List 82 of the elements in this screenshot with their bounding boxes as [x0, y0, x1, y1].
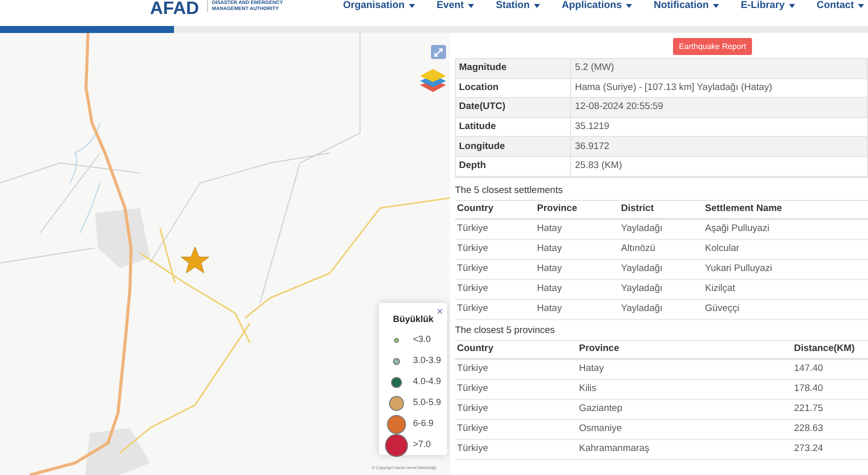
- detail-label: Depth: [456, 156, 571, 176]
- nav-link[interactable]: Applications: [562, 0, 632, 12]
- legend-label: 3.0-3.9: [413, 354, 442, 368]
- table-cell-text: 178.40: [793, 382, 824, 396]
- legend-title: Büyüklük: [393, 313, 434, 326]
- logo-text: AFAD: [150, 0, 199, 16]
- table-cell-text: Türkiye: [456, 282, 490, 296]
- table-cell-text: 221.75: [793, 402, 824, 416]
- section-title: The 5 closest settlements: [455, 184, 564, 198]
- legend-label: 4.0-4.9: [413, 375, 442, 388]
- table-cell-text: Kilis: [578, 382, 598, 396]
- close-button[interactable]: ×: [436, 307, 443, 318]
- detail-value: 36.9172: [574, 140, 610, 154]
- table-cell-text: Hatay: [536, 282, 563, 296]
- column-header: Country: [456, 202, 494, 216]
- table-cell-text: 147.40: [793, 362, 824, 376]
- table-cell-text: Hatay: [536, 262, 563, 276]
- detail-value: 25.83 (KM): [574, 159, 622, 174]
- column-header: Province: [578, 342, 620, 356]
- nav-link[interactable]: E-Library: [740, 0, 795, 12]
- table-cell-text: Hatay: [536, 222, 563, 236]
- expand-icon: [434, 48, 443, 56]
- table-cell-text: Türkiye: [456, 382, 490, 396]
- nav-link[interactable]: Station: [496, 0, 540, 12]
- detail-label: Longitude: [456, 137, 571, 156]
- table-cell-text: Kizilçat: [704, 282, 736, 296]
- table-cell-text: Türkiye: [456, 402, 490, 416]
- table-cell-text: 273.24: [793, 442, 824, 456]
- layers-icon[interactable]: [419, 68, 447, 93]
- caret-icon: [788, 4, 795, 8]
- detail-value: Hama (Suriye) - [107.13 km] Yayladağı (Hatay): [574, 80, 772, 95]
- table-cell-text: Türkiye: [456, 222, 490, 236]
- table-cell-text: Altınözü: [620, 242, 656, 256]
- detail-value: 12-08-2024 20:55:59: [574, 100, 664, 114]
- column-header: District: [620, 202, 655, 216]
- detail-label: Magnitude: [456, 59, 571, 78]
- caret-icon: [858, 4, 864, 8]
- table-cell-text: Hatay: [536, 302, 563, 316]
- nav-link[interactable]: Notification: [654, 0, 719, 12]
- table-cell-text: Türkiye: [456, 302, 490, 316]
- column-header: Distance(KM): [793, 342, 856, 356]
- table-cell-text: Yukari Pulluyazi: [704, 262, 774, 276]
- table-cell-text: Türkiye: [456, 442, 490, 456]
- legend-label: 6-6.9: [413, 417, 434, 430]
- table-cell-text: Gaziantep: [578, 402, 624, 416]
- table-cell-text: Yayladağı: [620, 282, 664, 296]
- table-cell-text: Yayladağı: [620, 222, 664, 236]
- table-cell-text: Türkiye: [456, 262, 490, 276]
- column-header: Country: [456, 342, 494, 356]
- detail-label: Location: [456, 78, 571, 98]
- nav-link[interactable]: Contact: [816, 0, 864, 12]
- nav-link[interactable]: Event: [436, 0, 474, 12]
- table-cell-text: 228.63: [793, 422, 824, 436]
- legend-label: 5.0-5.9: [413, 396, 442, 410]
- caret-icon: [626, 4, 632, 8]
- table-cell-text: Kolcular: [704, 242, 740, 256]
- nav-link[interactable]: Organisation: [342, 0, 415, 12]
- table-cell-text: Osmaniye: [578, 422, 623, 436]
- table-cell-text: Türkiye: [456, 362, 490, 376]
- caret-icon: [712, 4, 719, 8]
- table-cell-text: Güveççi: [704, 302, 740, 316]
- table-cell-text: Hatay: [536, 242, 563, 256]
- detail-label: Latitude: [456, 118, 571, 136]
- detail-value: 35.1219: [574, 120, 610, 134]
- table-cell-text: Türkiye: [456, 422, 490, 436]
- table-cell-text: Hatay: [578, 362, 605, 376]
- table-cell-text: Türkiye: [456, 242, 490, 256]
- caret-icon: [408, 4, 415, 8]
- table-cell-text: Yayladağı: [620, 262, 664, 276]
- caret-icon: [534, 4, 540, 8]
- detail-value: 5.2 (MW): [574, 61, 614, 76]
- legend-label: >7.0: [413, 438, 431, 452]
- fullscreen-button[interactable]: [431, 45, 446, 59]
- detail-label: Date(UTC): [456, 98, 571, 117]
- table-cell-text: Yayladağı: [620, 302, 664, 316]
- section-title: The closest 5 provinces: [455, 324, 556, 338]
- caret-icon: [468, 4, 474, 8]
- legend-label: <3.0: [413, 333, 431, 346]
- column-header: Province: [536, 202, 578, 216]
- column-header: Settlement Name: [704, 202, 784, 216]
- table-cell-text: Kahramanmaraş: [578, 442, 650, 456]
- table-cell-text: Aşaği Pulluyazi: [704, 222, 770, 236]
